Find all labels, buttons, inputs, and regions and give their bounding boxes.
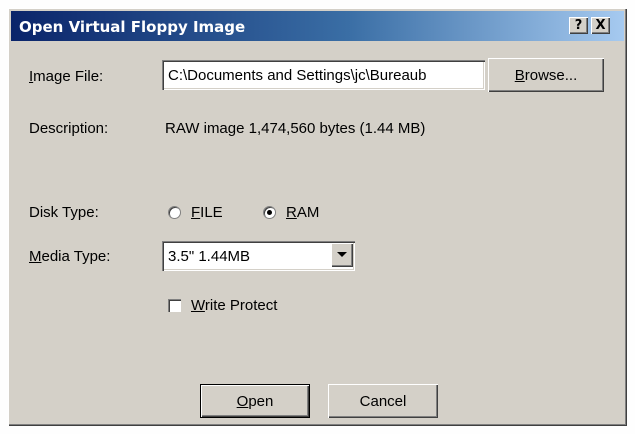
disk-type-label: Disk Type: [29, 204, 99, 221]
media-type-label: Media Type: [29, 248, 111, 265]
close-icon: X [595, 18, 606, 33]
description-label: Description: [29, 120, 109, 137]
image-file-label: Image File: [29, 68, 104, 85]
browse-button[interactable]: Browse... [488, 58, 604, 92]
chevron-down-icon[interactable] [331, 243, 353, 267]
help-icon: ? [574, 18, 583, 33]
radio-file[interactable] [168, 206, 181, 219]
window-title: Open Virtual Floppy Image [19, 18, 246, 36]
radio-ram[interactable] [263, 206, 276, 219]
radio-selected-dot [267, 210, 272, 215]
radio-file-label[interactable]: FILE [191, 204, 223, 221]
media-type-select[interactable]: 3.5" 1.44MB [162, 241, 355, 271]
write-protect-label[interactable]: Write Protect [191, 297, 277, 314]
title-bar[interactable]: Open Virtual Floppy Image ? X [11, 11, 624, 41]
open-virtual-floppy-dialog: Open Virtual Floppy Image ? X Image File… [8, 8, 627, 426]
media-type-value: 3.5" 1.44MB [168, 248, 251, 265]
cancel-button[interactable]: Cancel [328, 384, 438, 418]
image-file-input[interactable]: C:\Documents and Settings\jc\Bureaub [162, 60, 485, 90]
description-value: RAW image 1,474,560 bytes (1.44 MB) [165, 120, 426, 137]
open-button[interactable]: Open [200, 384, 310, 418]
radio-ram-label[interactable]: RAM [286, 204, 319, 221]
write-protect-checkbox[interactable] [168, 299, 181, 312]
help-button[interactable]: ? [569, 17, 588, 34]
close-button[interactable]: X [591, 17, 610, 34]
